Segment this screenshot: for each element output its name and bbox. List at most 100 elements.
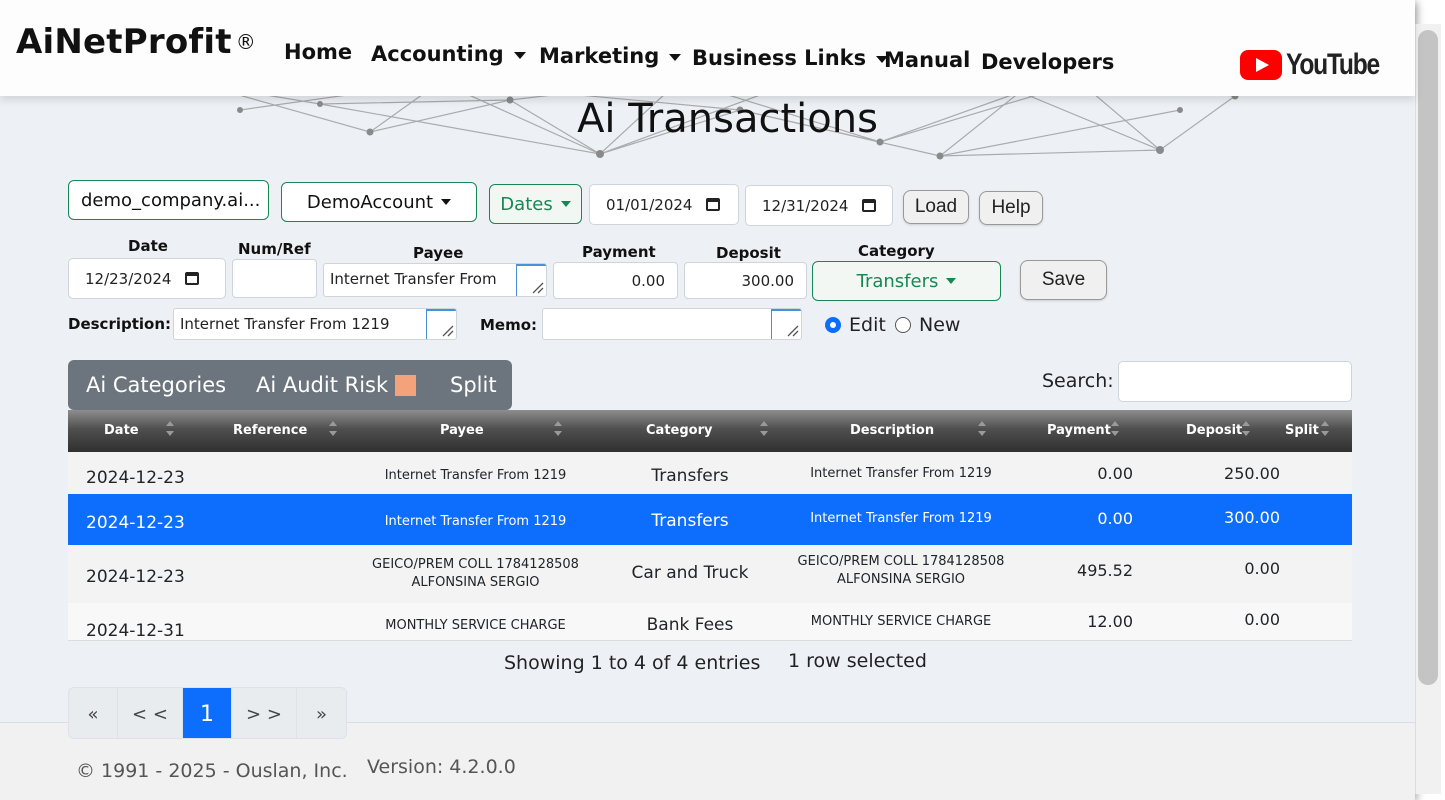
numref-label: Num/Ref bbox=[238, 240, 311, 258]
header-description[interactable]: Description bbox=[850, 423, 934, 438]
save-button[interactable]: Save bbox=[1020, 260, 1107, 300]
nav-home[interactable]: Home bbox=[284, 40, 352, 64]
sort-icon[interactable] bbox=[1242, 421, 1250, 441]
chevron-down-icon bbox=[441, 199, 452, 205]
cell-payee: Internet Transfer From 1219 bbox=[348, 513, 603, 531]
nav-developers[interactable]: Developers bbox=[981, 50, 1114, 74]
table-row[interactable]: 2024-12-23 Internet Transfer From 1219 T… bbox=[68, 452, 1352, 494]
payee-line: Internet Transfer From 1219 bbox=[384, 514, 567, 529]
audit-risk-indicator bbox=[395, 375, 416, 396]
cell-description: GEICO/PREM COLL 1784128508 ALFONSINA SERG… bbox=[786, 553, 1016, 589]
payee-line: ALFONSINA SERGIO bbox=[411, 575, 540, 590]
deposit-input[interactable]: 300.00 bbox=[684, 262, 807, 299]
brand-logo[interactable]: AiNetProfit ® bbox=[16, 22, 256, 62]
cell-description: Internet Transfer From 1219 bbox=[786, 510, 1016, 528]
sort-icon[interactable] bbox=[329, 421, 337, 441]
sort-icon[interactable] bbox=[978, 421, 986, 441]
company-selector[interactable]: demo_company.ai... bbox=[68, 180, 269, 220]
table-row-selected[interactable]: 2024-12-23 Internet Transfer From 1219 T… bbox=[68, 494, 1352, 545]
nav-manual[interactable]: Manual bbox=[884, 48, 970, 72]
table-row[interactable]: 2024-12-23 GEICO/PREM COLL 1784128508 ALF… bbox=[68, 545, 1352, 603]
description-textarea[interactable]: Internet Transfer From 1219 bbox=[173, 308, 457, 340]
payee-textarea[interactable]: Internet Transfer From bbox=[323, 263, 547, 297]
resize-handle-icon[interactable] bbox=[530, 280, 544, 294]
cell-category: Transfers bbox=[651, 511, 729, 531]
resize-handle-icon[interactable] bbox=[785, 323, 799, 337]
tab-ai-audit-risk[interactable]: Ai Audit Risk bbox=[256, 373, 388, 397]
account-label: DemoAccount bbox=[306, 191, 434, 213]
header-deposit[interactable]: Deposit bbox=[1186, 423, 1242, 438]
page-1-button[interactable]: 1 bbox=[183, 688, 232, 738]
page-last-button[interactable]: » bbox=[297, 688, 346, 738]
deposit-value: 300.00 bbox=[741, 271, 795, 290]
cell-payment: 0.00 bbox=[1097, 464, 1133, 483]
header-payment[interactable]: Payment bbox=[1047, 423, 1111, 438]
page-prev-button[interactable]: < < bbox=[118, 688, 183, 738]
end-date-input[interactable]: 12/31/2024 bbox=[745, 185, 893, 226]
cell-date: 2024-12-31 bbox=[86, 621, 185, 641]
payee-line: GEICO/PREM COLL 1784128508 bbox=[372, 557, 579, 572]
end-date-value: 12/31/2024 bbox=[762, 196, 849, 215]
cell-deposit: 300.00 bbox=[1224, 508, 1280, 527]
tab-split[interactable]: Split bbox=[450, 373, 497, 397]
sort-icon[interactable] bbox=[1321, 421, 1329, 441]
start-date-value: 01/01/2024 bbox=[606, 195, 693, 214]
payment-label: Payment bbox=[582, 243, 656, 261]
search-label: Search: bbox=[1042, 370, 1114, 392]
account-dropdown[interactable]: DemoAccount bbox=[281, 182, 477, 222]
transaction-date-input[interactable]: 12/23/2024 bbox=[68, 258, 226, 299]
load-button[interactable]: Load bbox=[903, 190, 969, 224]
description-value: Internet Transfer From 1219 bbox=[180, 315, 390, 333]
cell-description: MONTHLY SERVICE CHARGE bbox=[786, 613, 1016, 631]
edit-radio[interactable]: Edit bbox=[825, 314, 886, 336]
nav-business-links[interactable]: Business Links bbox=[692, 46, 889, 70]
page-first-button[interactable]: « bbox=[69, 688, 118, 738]
category-dropdown[interactable]: Transfers bbox=[812, 261, 1001, 301]
category-label: Category bbox=[858, 242, 935, 260]
memo-textarea[interactable] bbox=[542, 308, 802, 340]
payment-input[interactable]: 0.00 bbox=[553, 262, 678, 299]
radio-checked-icon[interactable] bbox=[825, 317, 841, 333]
sort-icon[interactable] bbox=[554, 421, 562, 441]
page-next-button[interactable]: > > bbox=[232, 688, 297, 738]
new-radio-label: New bbox=[919, 314, 961, 336]
sort-icon[interactable] bbox=[166, 421, 174, 441]
header-payee[interactable]: Payee bbox=[440, 423, 484, 438]
calendar-icon[interactable] bbox=[185, 272, 200, 285]
search-input[interactable] bbox=[1118, 361, 1352, 402]
sort-icon[interactable] bbox=[1111, 421, 1119, 441]
nav-manual-label: Manual bbox=[884, 48, 971, 72]
calendar-icon[interactable] bbox=[862, 199, 877, 212]
ai-tools-bar: Ai Categories Ai Audit Risk Split bbox=[68, 360, 512, 410]
cell-payee: MONTHLY SERVICE CHARGE bbox=[348, 617, 603, 635]
table-row[interactable]: 2024-12-31 MONTHLY SERVICE CHARGE Bank F… bbox=[68, 603, 1352, 641]
copyright: © 1991 - 2025 - Ouslan, Inc. bbox=[76, 760, 348, 782]
dates-dropdown[interactable]: Dates bbox=[489, 184, 582, 224]
payee-line: Internet Transfer From 1219 bbox=[384, 468, 567, 483]
radio-unchecked-icon[interactable] bbox=[895, 317, 911, 333]
header-date[interactable]: Date bbox=[104, 423, 139, 438]
header-reference[interactable]: Reference bbox=[233, 423, 307, 438]
brand-name: AiNetProfit bbox=[16, 22, 232, 62]
table-header: Date Reference Payee Category Descriptio… bbox=[68, 410, 1352, 452]
nav-accounting[interactable]: Accounting bbox=[371, 42, 526, 66]
date-label: Date bbox=[128, 237, 168, 255]
cell-payee: GEICO/PREM COLL 1784128508 ALFONSINA SERG… bbox=[348, 556, 603, 592]
header-split[interactable]: Split bbox=[1285, 423, 1319, 438]
new-radio[interactable]: New bbox=[895, 314, 960, 336]
help-button[interactable]: Help bbox=[979, 191, 1043, 225]
description-line: Internet Transfer From 1219 bbox=[810, 511, 992, 526]
cell-date: 2024-12-23 bbox=[86, 468, 185, 488]
cell-category: Bank Fees bbox=[646, 615, 734, 635]
youtube-link[interactable]: YouTube bbox=[1240, 48, 1399, 82]
resize-handle-icon[interactable] bbox=[440, 323, 454, 337]
payee-line: MONTHLY SERVICE CHARGE bbox=[385, 618, 566, 633]
numref-input[interactable] bbox=[232, 259, 317, 298]
tab-ai-categories[interactable]: Ai Categories bbox=[86, 373, 226, 397]
header-category[interactable]: Category bbox=[646, 423, 712, 438]
sort-icon[interactable] bbox=[760, 421, 768, 441]
nav-marketing[interactable]: Marketing bbox=[539, 44, 682, 68]
start-date-input[interactable]: 01/01/2024 bbox=[589, 184, 739, 225]
chevron-down-icon bbox=[946, 278, 957, 284]
calendar-icon[interactable] bbox=[706, 198, 721, 211]
